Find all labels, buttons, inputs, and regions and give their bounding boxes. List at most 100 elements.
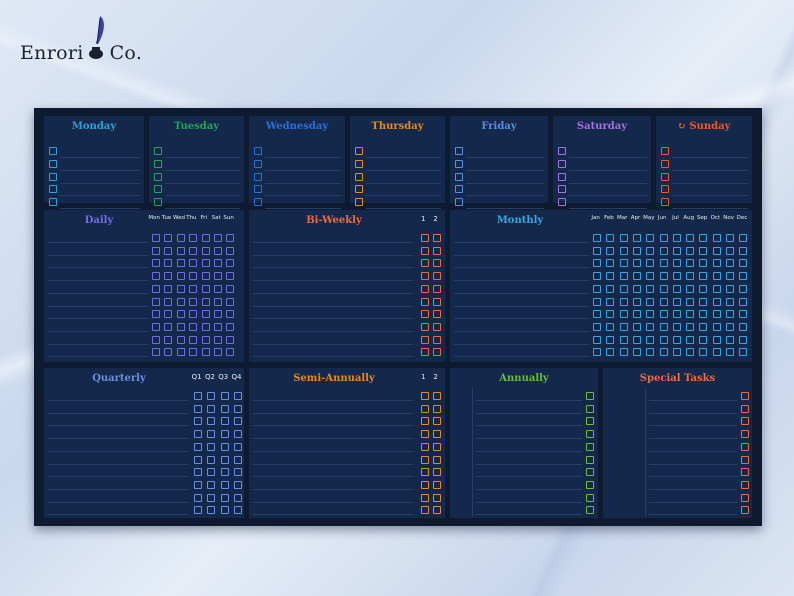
task-checkbox[interactable]: [164, 259, 173, 268]
task-checkbox[interactable]: [433, 493, 442, 502]
task-checkbox[interactable]: [194, 480, 202, 489]
task-checkbox[interactable]: [593, 297, 601, 306]
task-checkbox[interactable]: [355, 185, 363, 194]
task-checkbox[interactable]: [726, 272, 734, 281]
task-checkbox[interactable]: [672, 335, 681, 344]
task-checkbox[interactable]: [421, 297, 429, 306]
task-checkbox[interactable]: [593, 310, 601, 319]
task-checkbox[interactable]: [739, 234, 748, 242]
task-checkbox[interactable]: [739, 348, 748, 357]
task-checkbox[interactable]: [189, 348, 198, 357]
task-checkbox[interactable]: [661, 185, 669, 194]
task-checkbox[interactable]: [593, 259, 601, 268]
task-checkbox[interactable]: [659, 348, 668, 357]
task-checkbox[interactable]: [726, 322, 734, 331]
task-checkbox[interactable]: [712, 297, 721, 306]
task-checkbox[interactable]: [659, 310, 668, 319]
task-checkbox[interactable]: [214, 297, 222, 306]
task-checkbox[interactable]: [586, 430, 594, 439]
task-checkbox[interactable]: [433, 417, 442, 426]
task-checkbox[interactable]: [254, 172, 262, 181]
task-checkbox[interactable]: [593, 284, 601, 293]
task-checkbox[interactable]: [226, 348, 235, 357]
task-checkbox[interactable]: [207, 404, 216, 413]
task-checkbox[interactable]: [686, 335, 695, 344]
task-checkbox[interactable]: [433, 272, 442, 281]
task-checkbox[interactable]: [189, 310, 198, 319]
task-checkbox[interactable]: [207, 442, 216, 451]
task-checkbox[interactable]: [433, 335, 442, 344]
task-checkbox[interactable]: [455, 185, 463, 194]
task-checkbox[interactable]: [433, 310, 442, 319]
task-checkbox[interactable]: [659, 322, 668, 331]
task-checkbox[interactable]: [659, 272, 668, 281]
task-checkbox[interactable]: [214, 348, 222, 357]
task-checkbox[interactable]: [49, 185, 57, 194]
task-checkbox[interactable]: [201, 322, 210, 331]
task-checkbox[interactable]: [433, 468, 442, 477]
task-checkbox[interactable]: [433, 392, 442, 400]
task-checkbox[interactable]: [214, 322, 222, 331]
task-checkbox[interactable]: [154, 198, 162, 207]
task-checkbox[interactable]: [699, 297, 708, 306]
task-checkbox[interactable]: [189, 284, 198, 293]
task-checkbox[interactable]: [207, 493, 216, 502]
task-checkbox[interactable]: [220, 392, 229, 400]
task-checkbox[interactable]: [220, 404, 229, 413]
task-checkbox[interactable]: [421, 234, 429, 242]
task-checkbox[interactable]: [699, 272, 708, 281]
task-checkbox[interactable]: [220, 417, 229, 426]
task-checkbox[interactable]: [207, 480, 216, 489]
task-checkbox[interactable]: [189, 259, 198, 268]
task-checkbox[interactable]: [619, 348, 628, 357]
task-checkbox[interactable]: [164, 272, 173, 281]
task-checkbox[interactable]: [726, 284, 734, 293]
task-checkbox[interactable]: [355, 159, 363, 168]
task-checkbox[interactable]: [233, 404, 242, 413]
task-checkbox[interactable]: [632, 234, 641, 242]
task-checkbox[interactable]: [619, 310, 628, 319]
task-checkbox[interactable]: [558, 185, 566, 194]
task-checkbox[interactable]: [433, 480, 442, 489]
task-checkbox[interactable]: [593, 272, 601, 281]
task-checkbox[interactable]: [686, 348, 695, 357]
task-checkbox[interactable]: [593, 234, 601, 242]
task-checkbox[interactable]: [586, 493, 594, 502]
task-checkbox[interactable]: [586, 468, 594, 477]
task-checkbox[interactable]: [201, 259, 210, 268]
task-checkbox[interactable]: [220, 493, 229, 502]
task-checkbox[interactable]: [455, 159, 463, 168]
task-checkbox[interactable]: [194, 404, 202, 413]
task-checkbox[interactable]: [586, 455, 594, 464]
task-checkbox[interactable]: [646, 335, 655, 344]
task-checkbox[interactable]: [632, 335, 641, 344]
task-checkbox[interactable]: [226, 246, 235, 255]
task-checkbox[interactable]: [726, 310, 734, 319]
task-checkbox[interactable]: [207, 455, 216, 464]
task-checkbox[interactable]: [214, 335, 222, 344]
task-checkbox[interactable]: [646, 322, 655, 331]
task-checkbox[interactable]: [152, 259, 160, 268]
task-checkbox[interactable]: [672, 284, 681, 293]
task-checkbox[interactable]: [686, 246, 695, 255]
task-checkbox[interactable]: [201, 246, 210, 255]
task-checkbox[interactable]: [712, 310, 721, 319]
task-checkbox[interactable]: [741, 506, 749, 515]
task-checkbox[interactable]: [712, 272, 721, 281]
task-checkbox[interactable]: [739, 259, 748, 268]
task-checkbox[interactable]: [176, 322, 185, 331]
task-checkbox[interactable]: [164, 348, 173, 357]
task-checkbox[interactable]: [646, 348, 655, 357]
task-checkbox[interactable]: [726, 259, 734, 268]
task-checkbox[interactable]: [433, 404, 442, 413]
task-checkbox[interactable]: [686, 284, 695, 293]
task-checkbox[interactable]: [606, 259, 615, 268]
task-checkbox[interactable]: [726, 335, 734, 344]
task-checkbox[interactable]: [712, 259, 721, 268]
task-checkbox[interactable]: [220, 455, 229, 464]
task-checkbox[interactable]: [421, 442, 429, 451]
task-checkbox[interactable]: [712, 284, 721, 293]
task-checkbox[interactable]: [421, 272, 429, 281]
task-checkbox[interactable]: [194, 493, 202, 502]
task-checkbox[interactable]: [233, 468, 242, 477]
